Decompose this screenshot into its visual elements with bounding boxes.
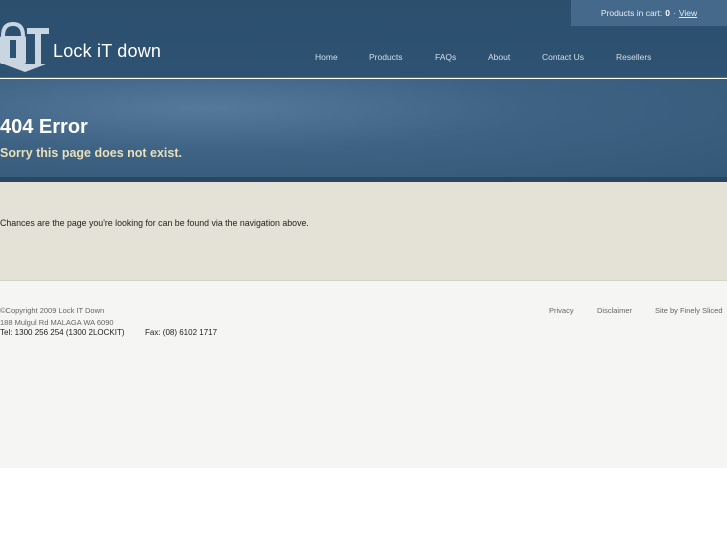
lock-logo-icon bbox=[0, 22, 49, 72]
cart-count: 0 bbox=[665, 8, 671, 18]
nav-faqs[interactable]: FAQs bbox=[435, 52, 456, 62]
footer-address: 188 Mulgul Rd MALAGA WA 6090 bbox=[0, 318, 114, 327]
nav-contact-us[interactable]: Contact Us bbox=[542, 52, 584, 62]
page-subtitle: Sorry this page does not exist. bbox=[0, 146, 182, 160]
content-message: Chances are the page you're looking for … bbox=[0, 218, 309, 228]
nav-about[interactable]: About bbox=[488, 52, 510, 62]
footer-link-site-by[interactable]: Site by Finely Sliced bbox=[655, 306, 723, 315]
nav-products[interactable]: Products bbox=[369, 52, 403, 62]
logo[interactable] bbox=[0, 22, 50, 74]
site-header: Products in cart: 0 · View Lock iT down … bbox=[0, 0, 727, 78]
footer-fax: Fax: (08) 6102 1717 bbox=[145, 328, 218, 337]
cart-separator: · bbox=[673, 8, 676, 18]
error-banner: 404 Error Sorry this page does not exist… bbox=[0, 79, 727, 182]
main-content: Chances are the page you're looking for … bbox=[0, 182, 727, 281]
cart-view-link[interactable]: View bbox=[679, 8, 697, 18]
cart-label: Products in cart: bbox=[600, 8, 663, 18]
nav-home[interactable]: Home bbox=[315, 52, 338, 62]
footer-copyright: ©Copyright 2009 Lock IT Down bbox=[0, 306, 105, 315]
footer-link-privacy[interactable]: Privacy bbox=[549, 306, 574, 315]
cart-summary: Products in cart: 0 · View bbox=[571, 0, 727, 26]
footer-tel: Tel: 1300 256 254 (1300 2LOCKIT) bbox=[0, 328, 125, 337]
nav-resellers[interactable]: Resellers bbox=[616, 52, 651, 62]
site-footer: ©Copyright 2009 Lock IT Down 188 Mulgul … bbox=[0, 281, 727, 468]
main-nav: Home Products FAQs About Contact Us Rese… bbox=[0, 52, 727, 64]
page-title: 404 Error bbox=[0, 116, 88, 138]
footer-link-disclaimer[interactable]: Disclaimer bbox=[597, 306, 632, 315]
